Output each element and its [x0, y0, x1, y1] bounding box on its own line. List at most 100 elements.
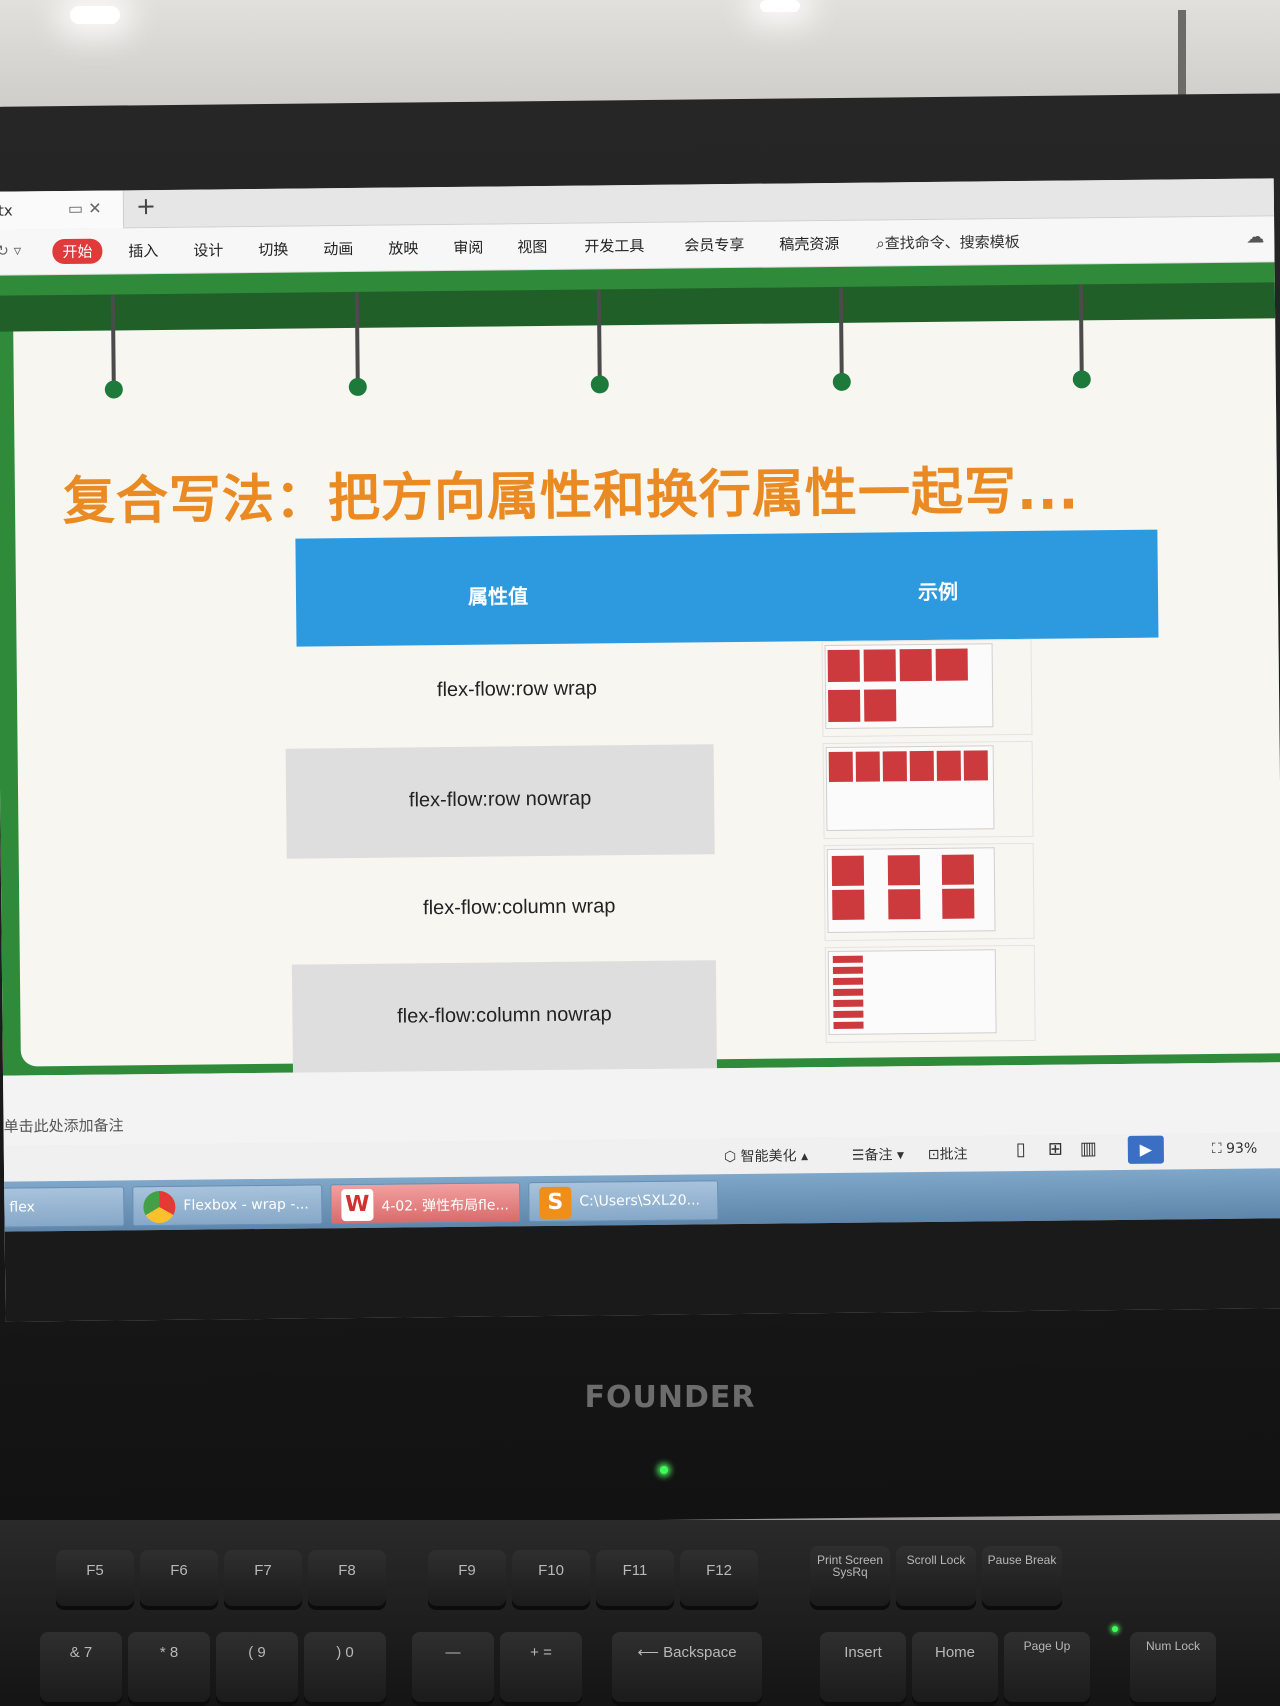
row-label-column-wrap: flex-flow:column wrap — [423, 895, 616, 920]
key-print-screen[interactable]: Print Screen SysRq — [810, 1546, 890, 1610]
key-backspace[interactable]: ⟵ Backspace — [612, 1632, 762, 1706]
ribbon-tab-resources[interactable]: 稿壳资源 — [779, 233, 839, 255]
header-example: 示例 — [917, 579, 959, 605]
tab-close-icon[interactable]: ▭ ✕ — [68, 199, 102, 218]
comment-icon: ⊡ — [927, 1146, 940, 1164]
header-property-value: 属性值 — [467, 584, 529, 609]
play-slideshow-button[interactable]: ▶ — [1127, 1135, 1164, 1164]
keyboard: F5 F6 F7 F8 F9 F10 F11 F12 Print Screen … — [0, 1520, 1280, 1706]
ceiling — [0, 0, 1280, 110]
flex-item — [828, 751, 853, 783]
table-header: 属性值 示例 — [295, 529, 1159, 647]
ribbon-tab-view[interactable]: 视图 — [517, 236, 547, 257]
key-7[interactable]: & 7 — [40, 1632, 122, 1706]
flex-item — [942, 888, 975, 919]
key-home[interactable]: Home — [912, 1632, 998, 1706]
command-search[interactable]: ⌕查找命令、搜索模板 — [876, 231, 1020, 254]
flex-item — [863, 649, 896, 682]
grid-view-icon[interactable]: ⊞ — [1048, 1139, 1063, 1160]
key-9[interactable]: ( 9 — [216, 1632, 298, 1706]
smart-beautify-label: 智能美化 — [740, 1148, 797, 1165]
notes-icon: ☰ — [851, 1147, 865, 1164]
screen-bottom-edge — [4, 1218, 1280, 1322]
key-f12[interactable]: F12 — [680, 1550, 758, 1610]
monitor-screen: tx ▭ ✕ + ↻ ▿ 开始 插入 设计 切换 动画 放映 审阅 视图 开发工… — [0, 178, 1280, 1322]
key-f6[interactable]: F6 — [140, 1550, 218, 1610]
taskbar-item-wps[interactable]: W 4-02. 弹性布局fle... — [330, 1182, 521, 1225]
reading-view-icon[interactable]: ▥ — [1080, 1138, 1097, 1159]
flex-item — [832, 966, 863, 974]
flex-item — [832, 955, 863, 963]
key-8[interactable]: * 8 — [128, 1632, 210, 1706]
ribbon-tab-home[interactable]: 开始 — [52, 238, 103, 265]
normal-view-icon[interactable]: ▯ — [1016, 1139, 1026, 1160]
ribbon-tab-review[interactable]: 审阅 — [453, 237, 483, 258]
ceiling-light — [760, 0, 800, 12]
flex-item — [887, 855, 921, 886]
notes-toggle-button[interactable]: ☰备注 ▾ — [852, 1144, 904, 1165]
key-f7[interactable]: F7 — [224, 1550, 302, 1610]
key-pause-break[interactable]: Pause Break — [982, 1546, 1062, 1610]
peg-dot — [1072, 370, 1091, 389]
taskbar-item-label: C:\Users\SXL20... — [579, 1192, 701, 1210]
taskbar-item-flex[interactable]: flex — [0, 1186, 125, 1228]
cube-icon: ⬡ — [723, 1149, 737, 1166]
zoom-control[interactable]: ⛶ 93% — [1212, 1141, 1258, 1157]
key-insert[interactable]: Insert — [820, 1632, 906, 1706]
example-row-wrap — [824, 643, 994, 730]
example-column-wrap — [826, 847, 996, 934]
power-indicator — [660, 1466, 668, 1474]
key-scroll-lock[interactable]: Scroll Lock — [896, 1546, 976, 1610]
ceiling-light — [70, 6, 120, 24]
smart-beautify-button[interactable]: ⬡ 智能美化 ▴ — [724, 1145, 808, 1166]
ribbon-tab-animation[interactable]: 动画 — [323, 238, 353, 259]
key-f9[interactable]: F9 — [428, 1550, 506, 1610]
key-equals[interactable]: + = — [500, 1632, 582, 1706]
cloud-sync-icon[interactable]: ☁ — [1246, 226, 1264, 247]
peg-dot — [590, 375, 609, 394]
ribbon-tab-transition[interactable]: 切换 — [258, 239, 288, 260]
flex-item — [833, 977, 864, 985]
keyboard-led — [1112, 1626, 1118, 1632]
slide-title: 复合写法：把方向属性和换行属性一起写... — [62, 461, 1080, 533]
comments-label: 批注 — [939, 1146, 968, 1163]
key-f5[interactable]: F5 — [56, 1550, 134, 1610]
peg-dot — [348, 377, 367, 397]
comments-button[interactable]: ⊡批注 — [928, 1144, 968, 1164]
ribbon-tab-member[interactable]: 会员专享 — [684, 234, 744, 256]
key-0[interactable]: ) 0 — [304, 1632, 386, 1706]
taskbar-item-label: 4-02. 弹性布局fle... — [381, 1197, 509, 1215]
play-icon: ▶ — [1139, 1139, 1153, 1159]
key-f8[interactable]: F8 — [308, 1550, 386, 1610]
undo-icon[interactable]: ↻ ▿ — [0, 241, 21, 259]
new-tab-icon[interactable]: + — [136, 192, 156, 220]
key-f10[interactable]: F10 — [512, 1550, 590, 1610]
document-tab[interactable]: tx — [0, 190, 125, 230]
fit-icon: ⛶ — [1211, 1140, 1222, 1158]
taskbar-item-editor[interactable]: S C:\Users\SXL20... — [528, 1180, 719, 1223]
key-num-lock[interactable]: Num Lock — [1130, 1632, 1216, 1706]
flex-item — [941, 854, 975, 885]
notes-toggle-label: 备注 — [864, 1147, 893, 1164]
ribbon-tab-design[interactable]: 设计 — [193, 239, 223, 260]
key-page-up[interactable]: Page Up — [1004, 1632, 1090, 1706]
row-label-column-nowrap: flex-flow:column nowrap — [397, 1003, 612, 1028]
ribbon-tab-slideshow[interactable]: 放映 — [388, 237, 418, 258]
key-f11[interactable]: F11 — [596, 1550, 674, 1610]
command-search-label: 查找命令、搜索模板 — [884, 232, 1020, 253]
ribbon-tab-developer[interactable]: 开发工具 — [584, 235, 644, 257]
key-minus[interactable]: — — [412, 1632, 494, 1706]
flex-item — [832, 889, 865, 920]
slide-canvas[interactable]: 复合写法：把方向属性和换行属性一起写... 属性值 示例 flex-flow:r… — [0, 262, 1280, 1076]
chrome-icon — [143, 1190, 176, 1224]
row-label-row-wrap: flex-flow:row wrap — [436, 677, 598, 702]
ribbon-tab-insert[interactable]: 插入 — [128, 240, 158, 261]
peg-dot — [104, 380, 123, 399]
wps-icon: W — [341, 1188, 374, 1222]
sublime-icon: S — [539, 1186, 572, 1220]
row-label-row-nowrap: flex-flow:row nowrap — [408, 787, 592, 812]
flex-item — [909, 750, 934, 782]
taskbar-item-chrome[interactable]: Flexbox - wrap -... — [132, 1184, 323, 1227]
flex-item — [828, 689, 861, 723]
taskbar-item-label: flex — [9, 1199, 35, 1216]
